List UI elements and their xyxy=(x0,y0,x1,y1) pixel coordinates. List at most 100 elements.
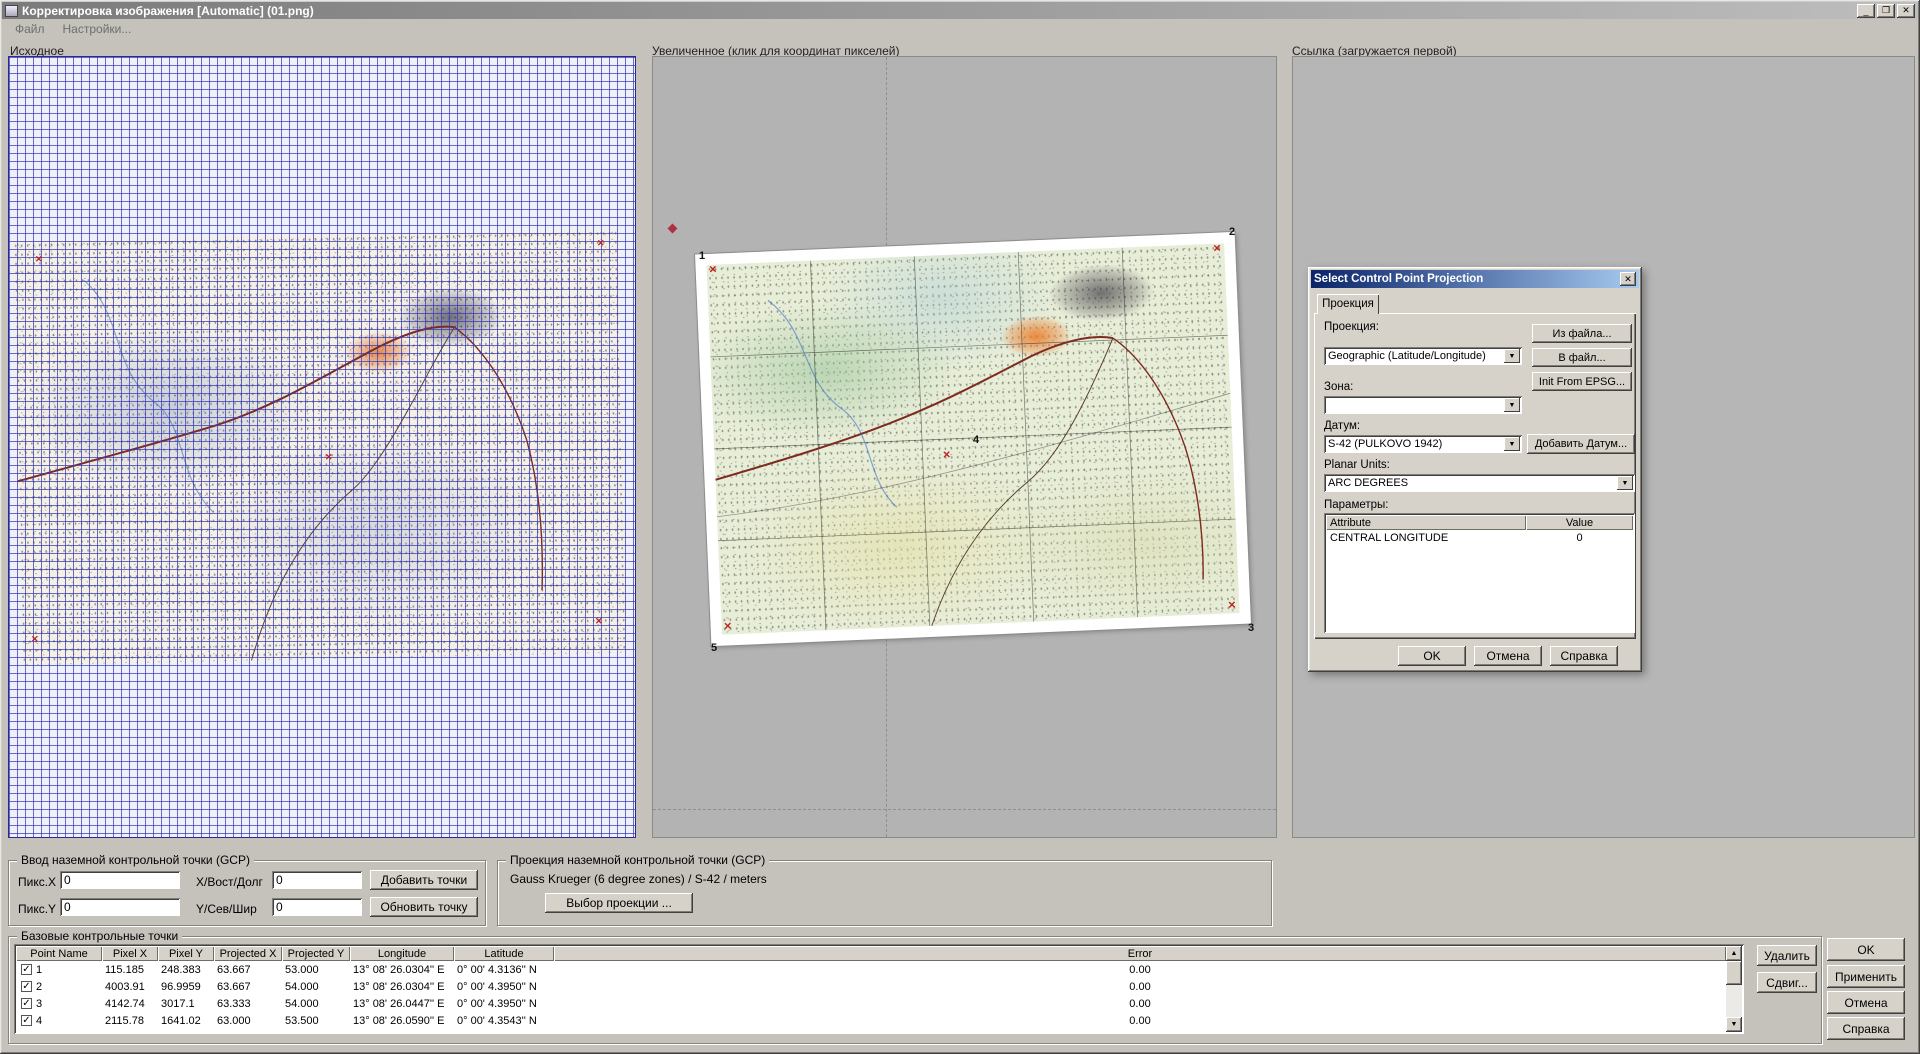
scroll-down-icon[interactable]: ▼ xyxy=(1726,1017,1742,1032)
projected-x-cell: 63.667 xyxy=(214,981,282,993)
point-checkbox[interactable]: ✓ xyxy=(21,981,32,992)
control-point-marker[interactable]: ✕ xyxy=(35,255,43,264)
control-point-marker[interactable]: ✕ xyxy=(595,617,603,626)
control-point-marker[interactable]: ✕ xyxy=(325,453,333,462)
update-point-button[interactable]: Обновить точку xyxy=(370,897,478,917)
close-button[interactable]: ✕ xyxy=(1897,4,1915,18)
parameter-row[interactable]: CENTRAL LONGITUDE0 xyxy=(1326,530,1633,545)
column-pixel-y[interactable]: Pixel Y xyxy=(158,946,214,961)
pixel-y-input[interactable] xyxy=(60,898,180,916)
latitude-cell: 0° 00' 4.3136'' N xyxy=(454,964,554,976)
minimize-button[interactable]: _ xyxy=(1857,4,1875,18)
x-east-label: X/Вост/Долг xyxy=(196,875,263,889)
y-north-input[interactable] xyxy=(272,898,362,916)
app-window: Корректировка изображения [Automatic] (0… xyxy=(0,0,1920,1054)
table-row[interactable]: ✓1115.185248.38363.66753.00013° 08' 26.0… xyxy=(16,961,1726,978)
control-point-marker[interactable]: ✕ xyxy=(709,266,718,276)
add-datum-button[interactable]: Добавить Датум... xyxy=(1527,434,1635,454)
init-from-epsg-button[interactable]: Init From EPSG... xyxy=(1532,372,1632,391)
scrollbar-thumb[interactable] xyxy=(1726,961,1742,985)
table-row[interactable]: ✓24003.9196.995963.66754.00013° 08' 26.0… xyxy=(16,978,1726,995)
delete-point-button[interactable]: Удалить xyxy=(1757,945,1817,966)
latitude-cell: 0° 00' 4.3950'' N xyxy=(454,981,554,993)
zoomed-map-viewport[interactable]: ✕ ✕ ✕ ✕ ✕ 1 2 3 4 5 xyxy=(652,56,1277,838)
planar-units-dropdown[interactable]: ARC DEGREES ▼ xyxy=(1324,474,1635,492)
zone-dropdown[interactable]: ▼ xyxy=(1324,396,1522,414)
dialog-help-button[interactable]: Справка xyxy=(1550,646,1618,666)
point-checkbox[interactable]: ✓ xyxy=(21,964,32,975)
scroll-up-icon[interactable]: ▲ xyxy=(1726,946,1742,961)
control-point-marker[interactable]: ✕ xyxy=(723,622,732,632)
projected-x-cell: 63.333 xyxy=(214,998,282,1010)
parameters-table[interactable]: Attribute Value CENTRAL LONGITUDE0 xyxy=(1324,513,1635,633)
tab-projection[interactable]: Проекция xyxy=(1317,294,1379,314)
control-point-marker[interactable]: ✕ xyxy=(597,239,605,248)
column-error[interactable]: Error xyxy=(554,946,1726,961)
datum-dropdown[interactable]: S-42 (PULKOVO 1942) ▼ xyxy=(1324,435,1522,453)
minimize-icon: _ xyxy=(1863,6,1868,16)
attribute-column-header[interactable]: Attribute xyxy=(1326,515,1526,530)
menu-settings[interactable]: Настройки... xyxy=(54,20,141,38)
horizontal-guide-line xyxy=(653,809,1276,810)
table-row[interactable]: ✓42115.781641.0263.00053.50013° 08' 26.0… xyxy=(16,1012,1726,1029)
dialog-close-button[interactable]: ✕ xyxy=(1620,272,1636,286)
chevron-down-icon[interactable]: ▼ xyxy=(1504,398,1520,412)
control-point-marker[interactable]: ✕ xyxy=(942,451,951,461)
ok-button[interactable]: OK xyxy=(1827,938,1905,961)
pixel-y-cell: 248.383 xyxy=(158,964,214,976)
longitude-cell: 13° 08' 26.0304'' E xyxy=(350,981,454,993)
control-points-rows: ✓1115.185248.38363.66753.00013° 08' 26.0… xyxy=(16,961,1726,1029)
column-projected-x[interactable]: Projected X xyxy=(214,946,282,961)
dialog-title: Select Control Point Projection xyxy=(1314,273,1483,285)
dialog-ok-button[interactable]: OK xyxy=(1398,646,1466,666)
control-point-marker[interactable]: ✕ xyxy=(31,635,39,644)
planar-units-dropdown-value: ARC DEGREES xyxy=(1328,477,1408,489)
column-longitude[interactable]: Longitude xyxy=(350,946,454,961)
table-row[interactable]: ✓34142.743017.163.33354.00013° 08' 26.04… xyxy=(16,995,1726,1012)
cursor-marker xyxy=(668,224,678,234)
table-scrollbar[interactable]: ▲ ▼ xyxy=(1726,946,1742,1032)
add-points-button[interactable]: Добавить точки xyxy=(370,870,478,890)
cancel-button[interactable]: Отмена xyxy=(1827,991,1905,1014)
error-cell: 0.00 xyxy=(554,964,1726,976)
restore-button[interactable]: ❐ xyxy=(1877,4,1895,18)
to-file-button[interactable]: В файл... xyxy=(1532,348,1632,367)
projection-dropdown[interactable]: Geographic (Latitude/Longitude) ▼ xyxy=(1324,347,1522,365)
control-points-header: Point Name Pixel X Pixel Y Projected X P… xyxy=(16,946,1726,961)
point-checkbox[interactable]: ✓ xyxy=(21,998,32,1009)
column-latitude[interactable]: Latitude xyxy=(454,946,554,961)
dialog-titlebar[interactable]: Select Control Point Projection ✕ xyxy=(1311,270,1639,288)
shift-button[interactable]: Сдвиг... xyxy=(1757,972,1817,993)
value-cell: 0 xyxy=(1526,532,1633,544)
latitude-cell: 0° 00' 4.3543'' N xyxy=(454,1015,554,1027)
apply-button[interactable]: Применить xyxy=(1827,965,1905,988)
x-east-input[interactable] xyxy=(272,871,362,889)
pixel-x-input[interactable] xyxy=(60,871,180,889)
control-points-table[interactable]: Point Name Pixel X Pixel Y Projected X P… xyxy=(14,944,1744,1034)
close-icon: ✕ xyxy=(1902,5,1910,16)
help-button[interactable]: Справка xyxy=(1827,1017,1905,1040)
zone-label: Зона: xyxy=(1324,381,1353,393)
menu-file[interactable]: Файл xyxy=(6,20,54,38)
point-label-5: 5 xyxy=(711,643,717,654)
column-projected-y[interactable]: Projected Y xyxy=(282,946,350,961)
chevron-down-icon[interactable]: ▼ xyxy=(1504,349,1520,363)
column-pixel-x[interactable]: Pixel X xyxy=(102,946,158,961)
from-file-button[interactable]: Из файла... xyxy=(1532,324,1632,343)
window-titlebar[interactable]: Корректировка изображения [Automatic] (0… xyxy=(2,2,1918,19)
point-checkbox[interactable]: ✓ xyxy=(21,1015,32,1026)
projected-x-cell: 63.667 xyxy=(214,964,282,976)
dialog-cancel-button[interactable]: Отмена xyxy=(1474,646,1542,666)
column-point-name[interactable]: Point Name xyxy=(16,946,102,961)
select-projection-button[interactable]: Выбор проекции ... xyxy=(545,893,693,913)
restore-icon: ❐ xyxy=(1882,5,1890,16)
control-point-marker[interactable]: ✕ xyxy=(1213,244,1222,254)
source-map-viewport[interactable]: ✕ ✕ ✕ ✕ ✕ xyxy=(8,56,636,838)
value-column-header[interactable]: Value xyxy=(1526,515,1633,530)
chevron-down-icon[interactable]: ▼ xyxy=(1617,476,1633,490)
projected-x-cell: 63.000 xyxy=(214,1015,282,1027)
pixel-x-cell: 4003.91 xyxy=(102,981,158,993)
chevron-down-icon[interactable]: ▼ xyxy=(1504,437,1520,451)
control-point-marker[interactable]: ✕ xyxy=(1228,601,1237,611)
window-title: Корректировка изображения [Automatic] (0… xyxy=(22,4,314,18)
